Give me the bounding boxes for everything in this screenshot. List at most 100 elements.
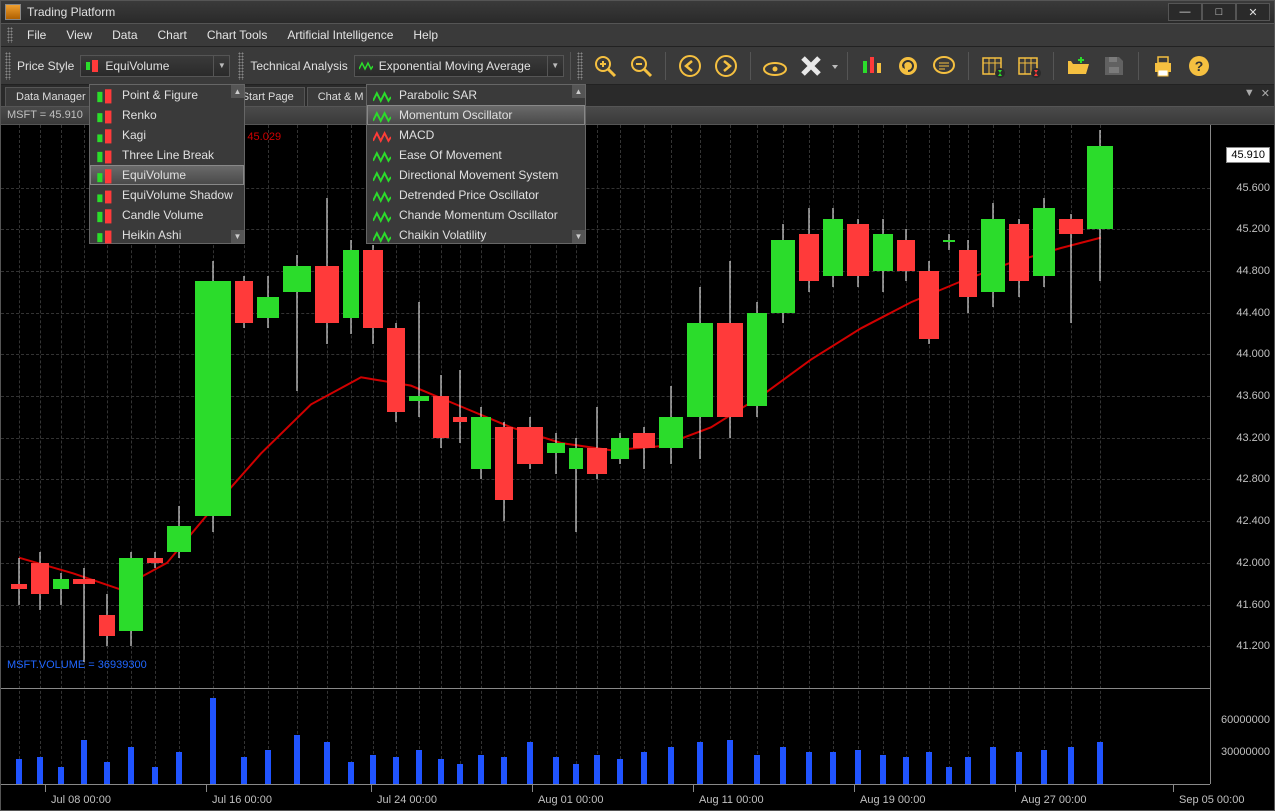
toolbar: Price Style EquiVolume ▼ Technical Analy… [1, 47, 1274, 85]
volume-bar [697, 742, 703, 784]
candle [257, 276, 279, 328]
candle [283, 255, 311, 391]
delete-button[interactable] [795, 50, 827, 82]
volume-bar [1016, 752, 1022, 784]
menu-file[interactable]: File [17, 25, 56, 45]
candle [119, 552, 143, 646]
wave-icon [373, 148, 391, 162]
price-style-item[interactable]: Heikin Ashi [90, 225, 244, 245]
scroll-right-button[interactable] [710, 50, 742, 82]
print-button[interactable] [1147, 50, 1179, 82]
candle [517, 417, 543, 469]
menu-ai[interactable]: Artificial Intelligence [277, 25, 403, 45]
price-style-item[interactable]: EquiVolume [90, 165, 244, 185]
ta-item[interactable]: Chaikin Volatility [367, 225, 585, 245]
calendar-add-button[interactable] [977, 50, 1009, 82]
wave-icon [373, 168, 391, 182]
price-style-item[interactable]: Renko [90, 105, 244, 125]
price-style-item[interactable]: Three Line Break [90, 145, 244, 165]
minimize-button[interactable]: — [1168, 3, 1202, 21]
ta-item[interactable]: Momentum Oscillator [367, 105, 585, 125]
price-style-dropdown[interactable]: EquiVolume ▼ [80, 55, 230, 77]
scroll-up-icon[interactable]: ▲ [572, 85, 585, 98]
candle [147, 552, 163, 568]
zoom-out-button[interactable] [625, 50, 657, 82]
scroll-down-icon[interactable]: ▼ [572, 230, 585, 243]
help-button[interactable]: ? [1183, 50, 1215, 82]
volume-bar [668, 747, 674, 784]
price-style-item[interactable]: EquiVolume Shadow [90, 185, 244, 205]
ta-item[interactable]: Parabolic SAR [367, 85, 585, 105]
candle [99, 594, 115, 646]
ta-menu[interactable]: ▲ ▼ Parabolic SARMomentum OscillatorMACD… [366, 84, 586, 244]
separator [968, 52, 969, 80]
zoom-in-button[interactable] [589, 50, 621, 82]
style-item-icon [96, 228, 114, 242]
scroll-up-icon[interactable]: ▲ [231, 85, 244, 98]
y-tick-label: 41.600 [1236, 599, 1270, 611]
ta-item[interactable]: Chande Momentum Oscillator [367, 205, 585, 225]
x-tick-label: Aug 01 00:00 [538, 794, 603, 806]
ta-dropdown[interactable]: Exponential Moving Average ▼ [354, 55, 564, 77]
style-item-icon [96, 128, 114, 142]
x-tick-label: Aug 11 00:00 [699, 794, 764, 806]
volume-bar [241, 757, 247, 784]
ta-item[interactable]: MACD [367, 125, 585, 145]
menu-chart-tools[interactable]: Chart Tools [197, 25, 277, 45]
volume-bar [830, 752, 836, 784]
volume-bar [965, 757, 971, 784]
price-style-item[interactable]: Candle Volume [90, 205, 244, 225]
separator [570, 52, 571, 80]
candle [343, 240, 359, 334]
dropdown-arrow-icon[interactable] [831, 50, 839, 82]
price-style-item[interactable]: Kagi [90, 125, 244, 145]
candles-toggle-button[interactable] [856, 50, 888, 82]
candle [195, 261, 231, 532]
current-price-marker: 45.910 [1226, 147, 1270, 163]
dropdown-arrow-icon[interactable]: ▼ [1244, 87, 1255, 100]
menu-chart[interactable]: Chart [148, 25, 197, 45]
candle [433, 375, 449, 448]
candle [11, 558, 27, 605]
menu-view[interactable]: View [56, 25, 102, 45]
candle [799, 208, 819, 291]
grip-icon [577, 52, 583, 80]
notes-button[interactable] [928, 50, 960, 82]
volume-bar [370, 755, 376, 784]
price-style-menu[interactable]: ▲ ▼ Point & FigureRenkoKagiThree Line Br… [89, 84, 245, 244]
scroll-down-icon[interactable]: ▼ [231, 230, 244, 243]
open-button[interactable] [1062, 50, 1094, 82]
crosshair-button[interactable] [759, 50, 791, 82]
y-tick-label: 41.200 [1236, 640, 1270, 652]
calendar-remove-button[interactable] [1013, 50, 1045, 82]
volume-bar [553, 757, 559, 784]
price-style-value: EquiVolume [105, 59, 169, 73]
menu-help[interactable]: Help [403, 25, 448, 45]
volume-bar [294, 735, 300, 784]
y-tick-label: 44.800 [1236, 265, 1270, 277]
volume-bar [780, 747, 786, 784]
candle [1033, 198, 1055, 287]
save-button[interactable] [1098, 50, 1130, 82]
candle [471, 407, 491, 480]
chevron-down-icon: ▼ [213, 56, 229, 76]
y-tick-label: 43.600 [1236, 390, 1270, 402]
menu-data[interactable]: Data [102, 25, 147, 45]
ta-item[interactable]: Directional Movement System [367, 165, 585, 185]
volume-bar [855, 750, 861, 784]
maximize-button[interactable]: □ [1202, 3, 1236, 21]
ta-value: Exponential Moving Average [379, 59, 531, 73]
close-tab-icon[interactable]: ✕ [1261, 87, 1270, 100]
refresh-button[interactable] [892, 50, 924, 82]
ta-item[interactable]: Ease Of Movement [367, 145, 585, 165]
ta-item[interactable]: Detrended Price Oscillator [367, 185, 585, 205]
candle [959, 240, 977, 313]
tab-chat[interactable]: Chat & M [307, 87, 375, 106]
price-style-item[interactable]: Point & Figure [90, 85, 244, 105]
close-button[interactable]: ✕ [1236, 3, 1270, 21]
tab-data-manager[interactable]: Data Manager [5, 87, 97, 106]
x-tick-label: Jul 08 00:00 [51, 794, 111, 806]
scroll-left-button[interactable] [674, 50, 706, 82]
separator [1053, 52, 1054, 80]
wave-icon [373, 108, 391, 122]
